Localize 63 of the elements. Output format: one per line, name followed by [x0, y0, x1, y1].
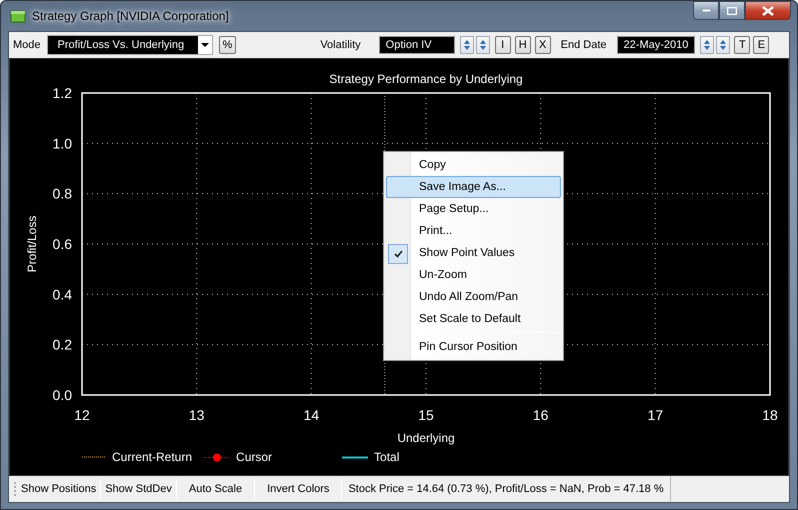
x-tick-label: 16	[532, 407, 548, 423]
menu-item[interactable]: Print...	[386, 220, 561, 242]
legend-label: Cursor	[236, 450, 272, 464]
x-tick-label: 15	[418, 407, 434, 423]
menu-item[interactable]: Copy	[386, 154, 561, 176]
menu-item[interactable]: Undo All Zoom/Pan	[386, 286, 561, 308]
y-tick-label: 1.0	[52, 135, 72, 152]
menu-item[interactable]: Save Image As...	[386, 176, 561, 198]
x-tick-label: 18	[762, 407, 778, 423]
legend-label: Current-Return	[112, 450, 192, 464]
x-tick-label: 14	[304, 407, 320, 423]
window-title: Strategy Graph [NVIDIA Corporation]	[32, 9, 229, 23]
y-tick-label: 0.0	[52, 387, 72, 403]
end-date-button[interactable]: T	[734, 36, 750, 54]
x-axis-label: Underlying	[397, 431, 455, 445]
status-bar-button[interactable]: Show StdDev	[101, 478, 176, 500]
percent-button[interactable]: %	[218, 36, 236, 54]
close-icon	[762, 6, 774, 16]
grip-icon	[13, 481, 17, 497]
volatility-mode-button[interactable]: X	[534, 36, 551, 54]
menu-item[interactable]: Set Scale to Default	[386, 308, 561, 330]
spin-arrows-icon	[703, 39, 712, 51]
y-tick-label: 0.6	[52, 236, 72, 252]
volatility-label: Volatility	[320, 39, 361, 51]
status-bar-button[interactable]: Invert Colors	[255, 478, 342, 500]
minimize-button[interactable]	[693, 1, 719, 20]
menu-item[interactable]: Page Setup...	[386, 198, 561, 220]
maximize-button[interactable]	[719, 1, 745, 20]
status-text: Stock Price = 14.64 (0.73 %), Profit/Loss = NaN, Prob = 47.18 %	[342, 476, 671, 502]
mode-label: Mode	[13, 39, 41, 51]
menu-item[interactable]: Pin Cursor Position	[386, 336, 561, 358]
y-tick-label: 0.8	[52, 186, 72, 202]
legend-label: Total	[374, 450, 400, 464]
close-button[interactable]	[745, 1, 791, 20]
status-bar-button[interactable]: Show Positions	[17, 478, 100, 500]
volatility-mode-button[interactable]: I	[494, 36, 511, 54]
y-tick-label: 1.2	[52, 85, 72, 101]
spin-arrows-icon	[478, 39, 487, 51]
mode-dropdown[interactable]: Profit/Loss Vs. Underlying	[46, 35, 213, 55]
spin-button[interactable]	[460, 36, 474, 54]
volatility-mode-button[interactable]: H	[514, 36, 531, 54]
spin-button[interactable]	[700, 36, 714, 54]
maximize-icon	[727, 6, 737, 14]
end-date-field[interactable]: 22-May-2010	[616, 36, 696, 54]
chart-title: Strategy Performance by Underlying	[329, 72, 523, 86]
app-icon	[10, 9, 26, 23]
spin-button[interactable]	[476, 36, 490, 54]
spin-arrows-icon	[462, 39, 471, 51]
y-tick-label: 0.4	[52, 286, 72, 302]
menu-item[interactable]: Un-Zoom	[386, 264, 561, 286]
y-axis-label: Profit/Loss	[25, 216, 39, 272]
end-date-button[interactable]: E	[753, 36, 770, 54]
end-date-label: End Date	[560, 39, 607, 51]
x-tick-label: 13	[188, 407, 204, 423]
status-bar-button[interactable]: Auto Scale	[176, 478, 254, 500]
spin-button[interactable]	[716, 36, 730, 54]
spin-arrows-icon	[719, 39, 728, 51]
x-tick-label: 17	[648, 407, 664, 423]
volatility-field[interactable]: Option IV	[378, 36, 455, 54]
x-tick-label: 12	[74, 407, 90, 423]
menu-item[interactable]: Show Point Values	[386, 242, 561, 264]
minimize-icon	[702, 9, 710, 12]
y-tick-label: 0.2	[52, 336, 72, 353]
